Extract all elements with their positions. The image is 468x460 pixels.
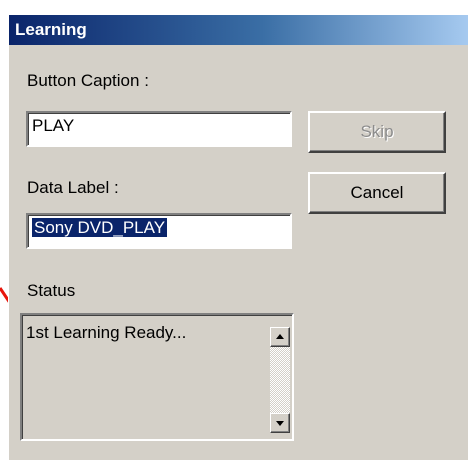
status-label: Status (27, 281, 76, 300)
skip-button[interactable]: Skip (308, 111, 446, 153)
data-label-field[interactable]: Sony DVD_PLAY (26, 213, 292, 249)
button-caption-field[interactable]: PLAY (26, 111, 292, 147)
scroll-up-button[interactable] (270, 327, 290, 347)
scroll-down-button[interactable] (270, 413, 290, 433)
learning-dialog: Learning Button Caption : PLAY Skip Data… (8, 14, 468, 460)
window-title: Learning (15, 20, 87, 39)
down-arrow-icon (276, 421, 284, 426)
up-arrow-icon (276, 334, 284, 339)
title-bar: Learning (9, 15, 468, 45)
data-label-value: Sony DVD_PLAY (32, 218, 168, 237)
status-scrollbar[interactable] (270, 327, 290, 433)
status-box: 1st Learning Ready... (20, 313, 294, 441)
button-caption-label: Button Caption : (27, 71, 149, 90)
data-label-label: Data Label : (27, 178, 119, 197)
status-text: 1st Learning Ready... (26, 323, 187, 342)
button-caption-value: PLAY (32, 116, 75, 135)
cancel-button[interactable]: Cancel (308, 172, 446, 214)
